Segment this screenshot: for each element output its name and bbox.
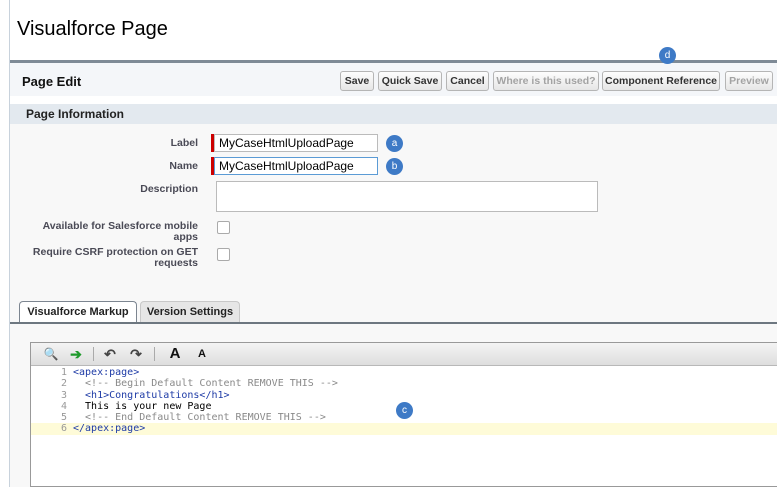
line-code: <h1>Congratulations</h1> (73, 389, 230, 401)
font-larger-icon[interactable]: A (167, 345, 183, 363)
page-title: Visualforce Page (17, 18, 168, 40)
section-title: Page Information (26, 107, 125, 121)
line-number: 2 (60, 378, 67, 390)
font-smaller-icon[interactable]: A (195, 345, 209, 363)
csrf-checkbox[interactable] (217, 248, 230, 261)
callout-a-badge: a (386, 135, 403, 152)
page-edit-bar: Page Edit Save Quick Save Cancel Where i… (10, 60, 777, 96)
label-field-label: Label (170, 137, 198, 149)
line-code: <!-- End Default Content REMOVE THIS --> (73, 412, 326, 424)
name-field-label: Name (169, 160, 198, 172)
line-number: 4 (60, 400, 67, 412)
line-number: 5 (60, 412, 67, 424)
line-number: 1 (60, 367, 67, 378)
code-lines: 1 <apex:page> 2 <!-- Begin Default Content… (31, 367, 777, 435)
line-code: </apex:page> (73, 423, 146, 435)
csrf-label-line2: requests (154, 257, 198, 269)
mobile-label-line2: apps (173, 231, 198, 243)
code-line: 6 </apex:page> (31, 423, 777, 435)
undo-icon[interactable]: ↶ (102, 345, 118, 363)
label-input[interactable] (214, 134, 378, 152)
page-edit-title: Page Edit (22, 74, 82, 89)
line-code: This is your new Page (73, 400, 212, 412)
description-textarea[interactable] (216, 181, 598, 212)
search-icon[interactable]: 🔍 (43, 345, 59, 363)
callout-b-badge: b (386, 158, 403, 175)
toolbar-separator (93, 347, 94, 361)
line-number: 6 (60, 423, 67, 435)
cancel-button[interactable]: Cancel (446, 71, 489, 91)
preview-button[interactable]: Preview (725, 71, 773, 91)
page-information-header: Page Information (10, 104, 777, 124)
code-line: 1 <apex:page> (31, 367, 777, 378)
tab-underline (10, 322, 777, 324)
code-line: 2 <!-- Begin Default Content REMOVE THIS… (31, 378, 777, 389)
editor-toolbar: 🔍 ➔ ↶ ↷ A A (31, 343, 777, 366)
line-code: <apex:page> (73, 367, 140, 378)
tab-visualforce-markup[interactable]: Visualforce Markup (19, 301, 137, 323)
toolbar-separator (154, 347, 155, 361)
mobile-checkbox[interactable] (217, 221, 230, 234)
quick-save-button[interactable]: Quick Save (378, 71, 442, 91)
callout-d-badge: d (659, 47, 676, 64)
tab-version-settings[interactable]: Version Settings (140, 301, 240, 323)
where-is-this-used-button[interactable]: Where is this used? (493, 71, 599, 91)
csrf-field-label: Require CSRF protection on GET requests (33, 247, 198, 269)
redo-icon[interactable]: ↷ (128, 345, 144, 363)
callout-c-badge: c (396, 402, 413, 419)
code-line: 3 <h1>Congratulations</h1> (31, 390, 777, 401)
save-button[interactable]: Save (340, 71, 374, 91)
description-field-label: Description (140, 183, 198, 195)
mobile-field-label: Available for Salesforce mobile apps (43, 221, 198, 243)
line-code: <!-- Begin Default Content REMOVE THIS -… (73, 378, 338, 390)
goto-line-icon[interactable]: ➔ (68, 345, 84, 363)
component-reference-button[interactable]: Component Reference (602, 71, 720, 91)
name-input[interactable] (214, 157, 378, 175)
line-number: 3 (60, 389, 67, 401)
code-editor[interactable]: 🔍 ➔ ↶ ↷ A A 1 <apex:page> 2 <!-- Begin Def… (30, 342, 777, 487)
